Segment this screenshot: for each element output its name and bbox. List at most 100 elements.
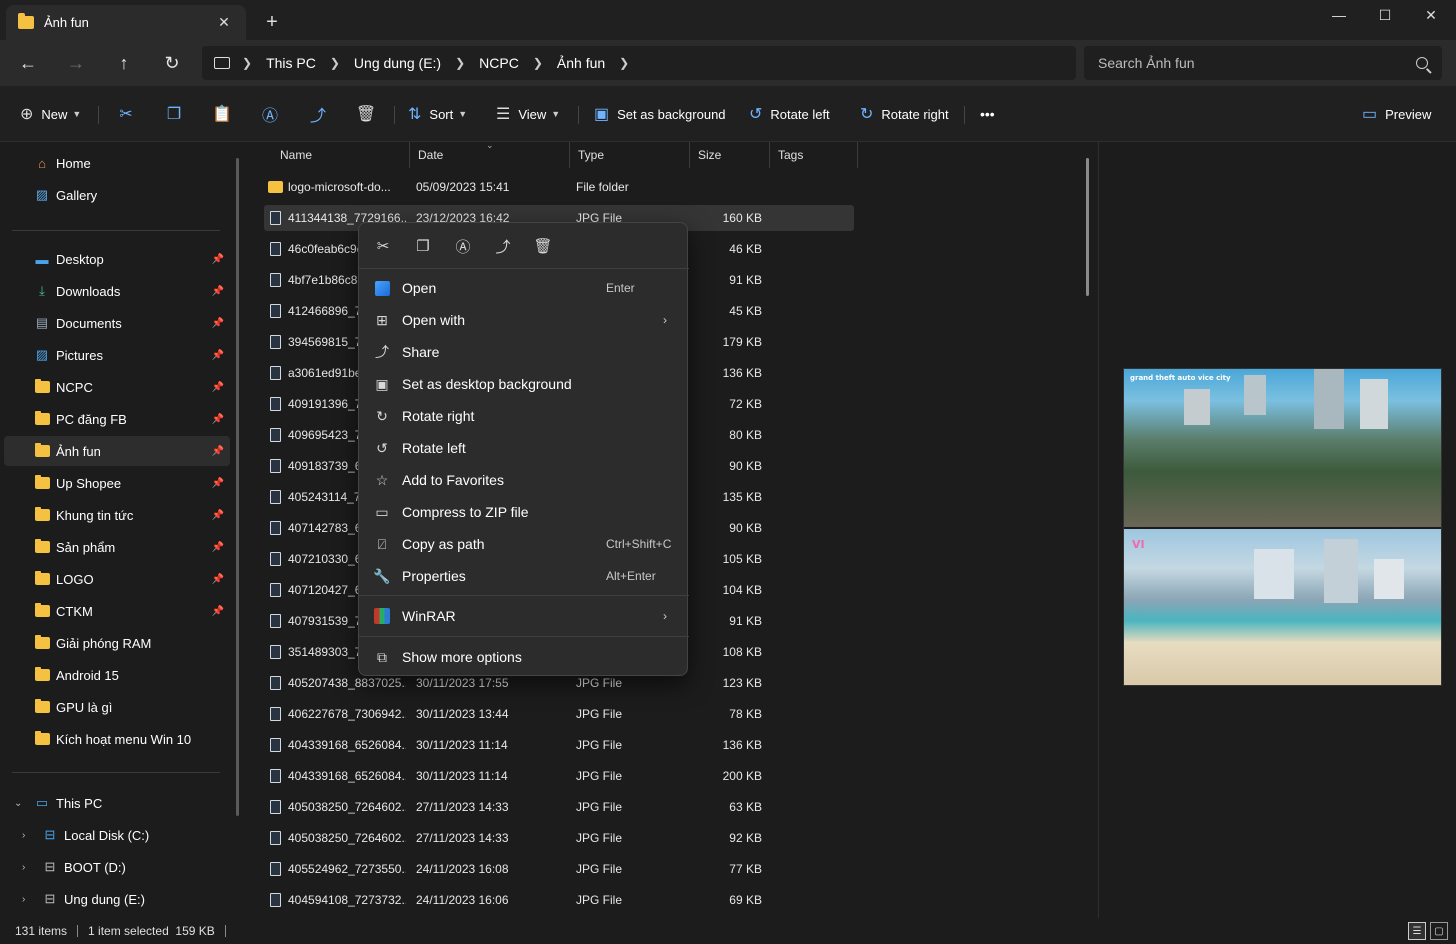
rotate-left-button[interactable]: ↺ Rotate left <box>749 100 830 128</box>
minimize-button[interactable]: — <box>1316 0 1362 30</box>
paste-icon[interactable]: 📋 <box>206 100 238 128</box>
more-options-button[interactable]: ••• <box>980 100 995 128</box>
sidebar-item-khung-tin-tuc[interactable]: Khung tin tức 📌 <box>4 500 230 530</box>
divider <box>359 595 689 596</box>
sidebar-item-logo[interactable]: LOGO 📌 <box>4 564 230 594</box>
sidebar-item-ctkm[interactable]: CTKM 📌 <box>4 596 230 626</box>
share-icon[interactable]: ⤴ <box>487 232 519 260</box>
cut-icon[interactable]: ✂ <box>110 100 142 128</box>
search-box[interactable] <box>1084 46 1442 80</box>
close-window-button[interactable]: ✕ <box>1408 0 1454 30</box>
preview-toggle-button[interactable]: ▭ Preview <box>1362 100 1431 128</box>
file-list-scrollbar[interactable] <box>1086 158 1089 296</box>
sidebar-item-android-15[interactable]: Android 15 <box>4 660 230 690</box>
rotate-right-button[interactable]: ↻ Rotate right <box>860 100 949 128</box>
context-item-rotate-right[interactable]: ↻ Rotate right <box>365 400 681 432</box>
context-item-show-more-options[interactable]: ⧉ Show more options <box>365 641 681 673</box>
sidebar-scrollbar[interactable] <box>236 158 239 816</box>
chevron-right-icon[interactable]: ❯ <box>527 56 549 70</box>
chevron-right-icon[interactable]: › <box>22 830 25 841</box>
forward-button[interactable]: → <box>60 49 92 77</box>
context-item-open[interactable]: Open Enter <box>365 272 681 304</box>
chevron-right-icon[interactable]: ❯ <box>236 56 258 70</box>
table-row[interactable]: logo-microsoft-do... 05/09/2023 15:41 File… <box>264 174 854 200</box>
column-header-tags[interactable]: Tags <box>770 142 858 168</box>
new-button[interactable]: ⊕ New ▼ <box>20 100 81 128</box>
context-item-winrar[interactable]: WinRAR › <box>365 600 681 632</box>
rename-icon[interactable]: Ⓐ <box>447 232 479 260</box>
column-header-date[interactable]: Date <box>410 142 570 168</box>
maximize-button[interactable]: ☐ <box>1362 0 1408 30</box>
cut-icon[interactable]: ✂ <box>367 232 399 260</box>
sidebar-item-gpu-la-gi[interactable]: GPU là gì <box>4 692 230 722</box>
sidebar-item-pc-dang-fb[interactable]: PC đăng FB 📌 <box>4 404 230 434</box>
tiles-view-icon[interactable]: ▢ <box>1430 922 1448 940</box>
chevron-right-icon[interactable]: ❯ <box>449 56 471 70</box>
table-row[interactable]: 404594108_7273732... 24/11/2023 16:06 JPG … <box>264 887 854 913</box>
set-background-button[interactable]: ▣ Set as background <box>594 100 726 128</box>
table-row[interactable]: 405038250_7264602... 27/11/2023 14:33 JPG … <box>264 794 854 820</box>
table-row[interactable]: 404339168_6526084... 30/11/2023 11:14 JPG … <box>264 732 854 758</box>
sidebar-item-documents[interactable]: ▤ Documents 📌 <box>4 308 230 338</box>
sidebar-item-this-pc[interactable]: ⌄ ▭ This PC <box>4 788 230 818</box>
preview-pane-icon: ▭ <box>1362 106 1378 123</box>
sidebar-item-ncpc[interactable]: NCPC 📌 <box>4 372 230 402</box>
delete-icon[interactable]: 🗑 <box>527 232 559 260</box>
sidebar-item-downloads[interactable]: ⤓ Downloads 📌 <box>4 276 230 306</box>
sidebar-item-san-pham[interactable]: Sản phẩm 📌 <box>4 532 230 562</box>
sidebar-item-gallery[interactable]: ▨ Gallery <box>4 180 230 210</box>
sidebar-item-anh-fun[interactable]: Ảnh fun 📌 <box>4 436 230 466</box>
navigation-pane: ⌂ Home ▨ Gallery ▬ Desktop 📌 ⤓ Downloads… <box>0 142 242 918</box>
context-item-copy-as-path[interactable]: ⍁ Copy as path Ctrl+Shift+C <box>365 528 681 560</box>
column-header-name[interactable]: Name <box>272 142 410 168</box>
context-item-rotate-left[interactable]: ↺ Rotate left <box>365 432 681 464</box>
details-view-icon[interactable]: ☰ <box>1408 922 1426 940</box>
chevron-right-icon[interactable]: › <box>22 894 25 905</box>
refresh-button[interactable]: ↻ <box>156 49 188 77</box>
view-button[interactable]: ☰ View ▼ <box>496 100 560 128</box>
sort-button[interactable]: ⇅ Sort ▼ <box>408 100 467 128</box>
copy-icon[interactable]: ❐ <box>407 232 439 260</box>
sidebar-item-desktop[interactable]: ▬ Desktop 📌 <box>4 244 230 274</box>
chevron-right-icon[interactable]: ❯ <box>613 56 635 70</box>
context-item-set-as-desktop-background[interactable]: ▣ Set as desktop background <box>365 368 681 400</box>
close-tab-icon[interactable]: ✕ <box>214 14 234 31</box>
context-item-add-to-favorites[interactable]: ☆ Add to Favorites <box>365 464 681 496</box>
table-row[interactable]: 405524962_7273550... 24/11/2023 16:08 JPG … <box>264 856 854 882</box>
crumb-this-pc[interactable]: This PC <box>258 55 324 71</box>
column-header-type[interactable]: Type <box>570 142 690 168</box>
breadcrumb[interactable]: ❯ This PC ❯ Ung dung (E:) ❯ NCPC ❯ Ảnh f… <box>202 46 1076 80</box>
sidebar-item-kich-hoat-menu[interactable]: Kích hoạt menu Win 10 <box>4 724 230 754</box>
rename-icon[interactable]: Ⓐ <box>254 100 286 128</box>
sidebar-item-local-disk-c[interactable]: › ⊟ Local Disk (C:) <box>4 820 230 850</box>
crumb-drive-e[interactable]: Ung dung (E:) <box>346 55 449 71</box>
context-item-properties[interactable]: 🔧 Properties Alt+Enter <box>365 560 681 592</box>
crumb-anh-fun[interactable]: Ảnh fun <box>549 55 613 71</box>
context-item-compress-to-zip-file[interactable]: ▭ Compress to ZIP file <box>365 496 681 528</box>
context-item-share[interactable]: ⤴ Share <box>365 336 681 368</box>
sidebar-item-up-shopee[interactable]: Up Shopee 📌 <box>4 468 230 498</box>
column-header-size[interactable]: Size <box>690 142 770 168</box>
up-button[interactable]: ↑ <box>108 49 140 77</box>
chevron-down-icon[interactable]: ⌄ <box>14 798 22 809</box>
sidebar-item-home[interactable]: ⌂ Home <box>4 148 230 178</box>
sidebar-item-giai-phong-ram[interactable]: Giải phóng RAM <box>4 628 230 658</box>
copy-icon[interactable]: ❐ <box>158 100 190 128</box>
sidebar-item-boot-d[interactable]: › ⊟ BOOT (D:) <box>4 852 230 882</box>
crumb-ncpc[interactable]: NCPC <box>471 55 527 71</box>
share-icon[interactable]: ⤴ <box>302 100 334 128</box>
photos-icon <box>373 279 391 297</box>
new-tab-button[interactable]: + <box>260 10 284 34</box>
table-row[interactable]: 404339168_6526084... 30/11/2023 11:14 JPG … <box>264 763 854 789</box>
context-item-open-with[interactable]: ⊞ Open with › <box>365 304 681 336</box>
chevron-right-icon[interactable]: › <box>22 862 25 873</box>
back-button[interactable]: ← <box>12 49 44 77</box>
table-row[interactable]: 406227678_7306942... 30/11/2023 13:44 JPG … <box>264 701 854 727</box>
chevron-right-icon[interactable]: ❯ <box>324 56 346 70</box>
tab-anh-fun[interactable]: Ảnh fun ✕ <box>6 5 246 40</box>
delete-icon[interactable]: 🗑 <box>350 100 382 128</box>
sidebar-item-pictures[interactable]: ▨ Pictures 📌 <box>4 340 230 370</box>
table-row[interactable]: 405038250_7264602... 27/11/2023 14:33 JPG … <box>264 825 854 851</box>
search-input[interactable] <box>1098 55 1416 71</box>
sidebar-item-ung-dung-e[interactable]: › ⊟ Ung dung (E:) <box>4 884 230 914</box>
